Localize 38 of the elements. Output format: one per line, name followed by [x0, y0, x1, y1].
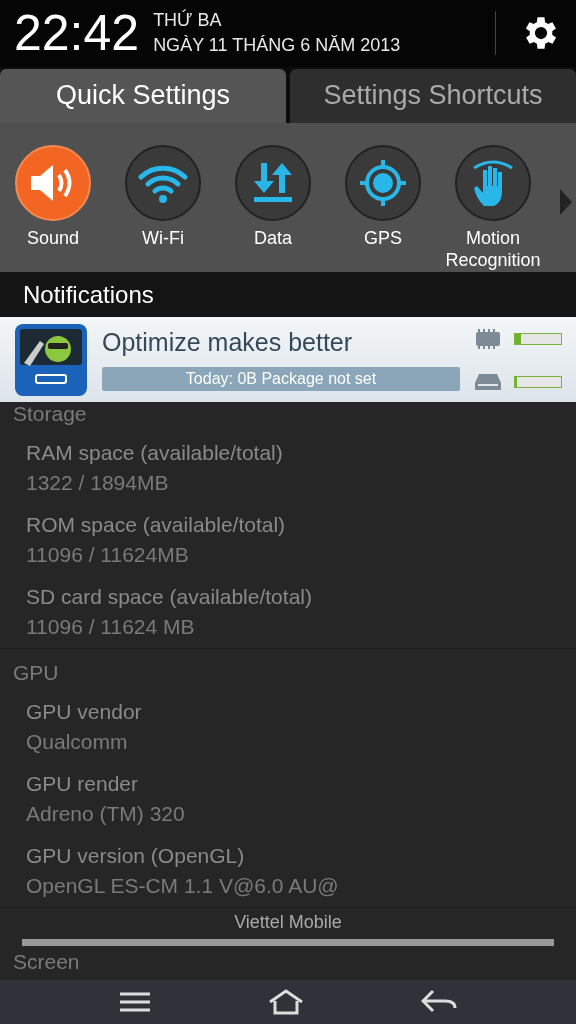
- drive-icon: [474, 372, 502, 391]
- detail-value: 11096 / 11624 MB: [26, 614, 196, 641]
- detail-label: GPU vendor: [26, 699, 143, 726]
- tab[interactable]: Quick Settings: [0, 68, 286, 123]
- toolbox-icon: [14, 322, 88, 397]
- detail-value: Qualcomm: [26, 729, 129, 756]
- detail-value: 1322 / 1894MB: [26, 470, 170, 497]
- detail-label: SD card space (available/total): [26, 584, 313, 611]
- quick-toggle[interactable]: GPS: [344, 144, 422, 250]
- notification-card[interactable]: Optimize makes better Today: 0B Package not set: [0, 317, 576, 403]
- section-heading: GPU: [12, 660, 60, 687]
- target-icon: [358, 157, 408, 208]
- section-heading: Storage: [12, 402, 88, 428]
- tab[interactable]: Settings Shortcuts: [290, 68, 576, 123]
- notification-status: Today: 0B Package not set: [102, 367, 460, 392]
- detail-label: GPU version (OpenGL): [26, 843, 246, 870]
- home-icon[interactable]: [268, 989, 304, 1016]
- memory-chip-icon: [474, 328, 502, 349]
- detail-label: GPU render: [26, 771, 140, 798]
- section-heading: Screen: [12, 950, 81, 976]
- notifications-heading: Notifications: [0, 271, 576, 318]
- quick-toggle[interactable]: Wi-Fi: [124, 144, 202, 250]
- detail-value: 11096 / 11624MB: [26, 542, 190, 569]
- date-text: NGÀY 11 THÁNG 6 NĂM 2013: [153, 35, 402, 57]
- quick-toggle[interactable]: Data: [234, 144, 312, 250]
- notification-title: Optimize makes better: [102, 328, 354, 358]
- clock-time: 22:42: [14, 8, 140, 59]
- transfer-arrows-icon: [251, 160, 295, 205]
- menu-icon[interactable]: [118, 991, 151, 1014]
- detail-label: ROM space (available/total): [26, 512, 287, 539]
- weekday-text: THỨ BA: [153, 10, 223, 32]
- detail-value: Adreno (TM) 320: [26, 801, 186, 828]
- detail-label: RAM space (available/total): [26, 440, 284, 467]
- carrier-name: Viettel Mobile: [234, 912, 342, 934]
- detail-value: OpenGL ES-CM 1.1 V@6.0 AU@: [26, 873, 340, 900]
- shade-handle[interactable]: [22, 939, 554, 947]
- quick-toggle[interactable]: Motion Recognition: [437, 144, 549, 272]
- quick-toggle[interactable]: Sound: [14, 144, 92, 250]
